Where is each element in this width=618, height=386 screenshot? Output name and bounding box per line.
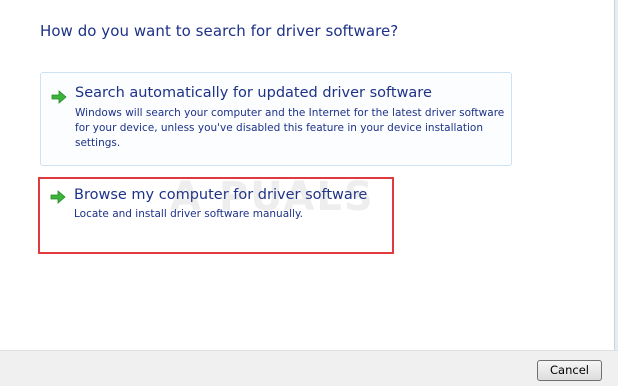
- option-search-automatically[interactable]: Search automatically for updated driver …: [40, 72, 512, 166]
- option-search-automatically-description: Windows will search your computer and th…: [75, 107, 505, 149]
- dialog-footer: Cancel: [0, 350, 618, 386]
- window-right-border: [614, 0, 618, 350]
- option-search-automatically-title: Search automatically for updated driver …: [75, 85, 432, 101]
- red-highlight-box: [38, 177, 394, 254]
- dialog-heading: How do you want to search for driver sof…: [40, 22, 399, 40]
- cancel-button[interactable]: Cancel: [537, 360, 602, 381]
- driver-update-dialog: How do you want to search for driver sof…: [0, 0, 618, 386]
- green-arrow-icon: [51, 90, 67, 104]
